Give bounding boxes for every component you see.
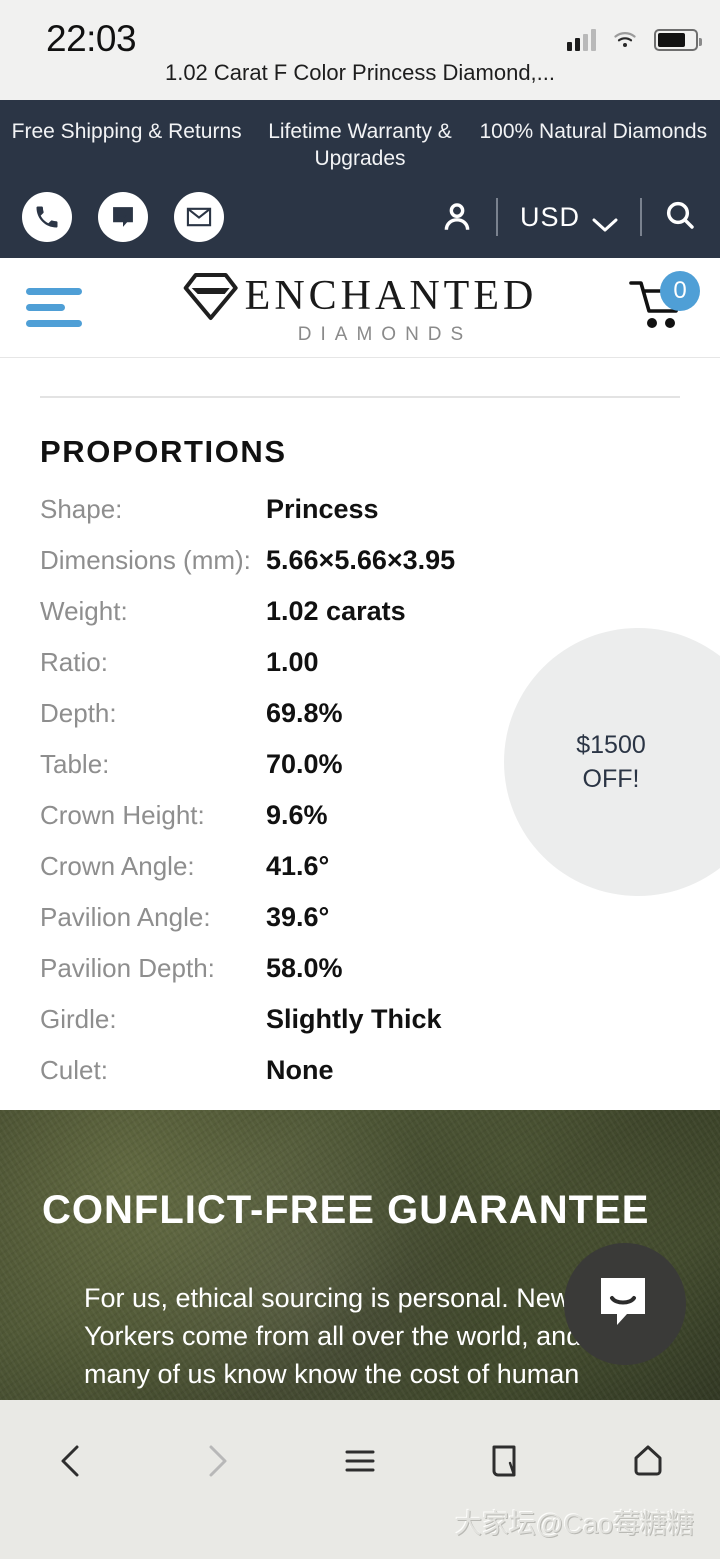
utility-row: USD [0,190,720,244]
spec-value: 1.00 [266,647,319,677]
spec-label: Pavilion Depth: [40,953,215,983]
page-title: PROPORTIONS [40,434,287,469]
phone-screen: 22:03 1.02 Carat F Color Princess Diamon… [0,0,720,1559]
table-row: Shape: Princess [0,494,720,545]
wifi-icon [614,32,636,47]
site-logo[interactable]: ENCHANTED DIAMONDS [183,270,538,346]
proportions-section: PROPORTIONS Shape: Princess Dimensions (… [0,358,720,1110]
status-bar: 22:03 1.02 Carat F Color Princess Diamon… [0,0,720,100]
table-row: Dimensions (mm): 5.66×5.66×3.95 [0,545,720,596]
status-icons [567,28,702,52]
divider [495,198,498,236]
spec-label: Table: [40,749,110,779]
browser-nav-icons [0,1426,720,1496]
site-header: ENCHANTED DIAMONDS 0 [0,258,720,358]
table-row: Culet: None [0,1055,720,1106]
menu-icon[interactable] [288,1439,432,1483]
spec-value: 9.6% [266,800,328,830]
tabs-icon[interactable] [432,1439,576,1483]
diamond-logo-icon [183,272,238,320]
cart-count-badge: 0 [660,270,700,311]
conflict-free-body: For us, ethical sourcing is personal. Ne… [84,1283,582,1389]
table-row: Pavilion Depth: 58.0% [0,953,720,1004]
shopping-cart-icon[interactable]: 0 [628,270,702,339]
spec-value: 39.6° [266,902,330,932]
contact-icons [22,192,224,242]
divider [640,198,642,236]
utility-right-group: USD [440,198,696,236]
spec-label: Girdle: [40,1004,117,1034]
chat-bubble-icon [601,1278,645,1325]
spec-value: 58.0% [266,953,343,983]
spec-label: Ratio: [40,647,108,677]
chat-widget-button[interactable] [564,1243,686,1365]
chevron-down-icon [592,209,618,232]
spec-value: Princess [266,494,379,524]
conflict-free-title: CONFLICT-FREE GUARANTEE [42,1188,650,1232]
spec-label: Culet: [40,1055,108,1085]
spec-label: Pavilion Angle: [40,902,211,932]
currency-selector[interactable]: USD [520,202,618,233]
table-row: Girdle: Slightly Thick [0,1004,720,1055]
chat-icon[interactable] [98,192,148,242]
watermark: 大家坛@Cao莓糖糖 [455,1509,694,1539]
spec-value: None [266,1055,334,1085]
back-arrow-icon[interactable] [0,1439,144,1483]
promo-amount: $1500 [576,731,646,759]
browser-bottom-nav: 大家坛@Cao莓糖糖 [0,1400,720,1559]
spec-value: 41.6° [266,851,330,881]
spec-label: Crown Height: [40,800,205,830]
email-icon[interactable] [174,192,224,242]
value-prop-natural: 100% Natural Diamonds [479,120,708,143]
table-row: Pavilion Angle: 39.6° [0,902,720,953]
promo-text: OFF! [582,765,640,793]
spec-value: 5.66×5.66×3.95 [266,545,456,575]
value-prop-row: Free Shipping & Returns Lifetime Warrant… [0,100,720,172]
hamburger-menu-icon[interactable] [26,288,82,327]
spec-value: 70.0% [266,749,343,779]
spec-value: 1.02 carats [266,596,406,626]
spec-label: Dimensions (mm): [40,545,251,575]
browser-page-title: 1.02 Carat F Color Princess Diamond,... [164,60,556,85]
logo-subtitle: DIAMONDS [297,323,473,345]
spec-value: 69.8% [266,698,343,728]
forward-arrow-icon[interactable] [144,1439,288,1483]
phone-icon[interactable] [22,192,72,242]
spec-label: Weight: [40,596,128,626]
search-icon[interactable] [664,199,696,236]
spec-label: Crown Angle: [40,851,195,881]
battery-icon [654,29,702,51]
user-icon[interactable] [440,200,474,234]
section-divider [40,396,680,398]
spec-label: Depth: [40,698,117,728]
home-icon[interactable] [576,1439,720,1483]
status-time: 22:03 [46,18,137,59]
value-prop-shipping: Free Shipping & Returns [11,120,242,143]
logo-main: ENCHANTED [183,270,538,322]
value-prop-warranty: Lifetime Warranty & Upgrades [268,120,452,170]
spec-value: Slightly Thick [266,1004,442,1034]
spec-label: Shape: [40,494,123,524]
utility-top-bar: Free Shipping & Returns Lifetime Warrant… [0,100,720,258]
signal-icon [567,29,596,51]
currency-label: USD [519,201,580,232]
logo-wordmark: ENCHANTED [244,272,538,319]
